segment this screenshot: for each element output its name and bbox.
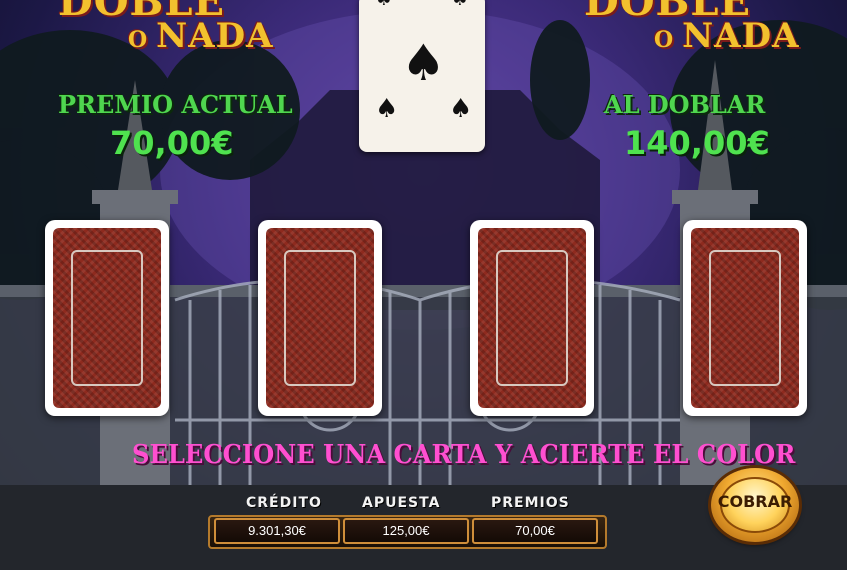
apuesta-label: APUESTA — [362, 495, 441, 511]
spade-pip-icon: ♠ — [375, 94, 399, 124]
card-back-frame — [709, 250, 781, 386]
face-down-card-1[interactable] — [45, 220, 169, 416]
premios-value: 70,00€ — [472, 518, 598, 544]
card-back-pattern — [478, 228, 586, 408]
card-back-frame — [496, 250, 568, 386]
al-doblar-value: 140,00€ — [624, 124, 770, 162]
subtitle-word: NADA — [682, 16, 800, 56]
premio-actual-label: PREMIO ACTUAL — [58, 90, 293, 119]
spade-pip-icon: ♠ — [449, 94, 473, 124]
instruction-text: SELECCIONE UNA CARTA Y ACIERTE EL COLOR — [132, 440, 796, 470]
card-back-frame — [71, 250, 143, 386]
face-down-card-2[interactable] — [258, 220, 382, 416]
al-doblar-label: AL DOBLAR — [604, 90, 766, 119]
card-back-pattern — [691, 228, 799, 408]
credito-label: CRÉDITO — [246, 495, 322, 511]
dealer-card-five-of-spades: ♠ ♠ ♠ ♠ ♠ — [359, 0, 485, 152]
subtitle-prefix: O — [654, 27, 675, 53]
game-subtitle-left: O NADA — [128, 16, 274, 56]
premios-label: PREMIOS — [491, 495, 570, 511]
game-scene: DOBLE O NADA DOBLE O NADA PREMIO ACTUAL 70… — [0, 0, 847, 570]
spade-pip-icon: ♠ — [451, 0, 469, 10]
cobrar-button[interactable]: COBRAR — [711, 468, 799, 542]
face-down-card-4[interactable] — [683, 220, 807, 416]
card-back-pattern — [266, 228, 374, 408]
credito-value: 9.301,30€ — [214, 518, 340, 544]
card-back-frame — [284, 250, 356, 386]
premio-actual-value: 70,00€ — [110, 124, 234, 162]
subtitle-prefix: O — [128, 27, 149, 53]
apuesta-value: 125,00€ — [343, 518, 469, 544]
spade-pip-icon: ♠ — [375, 0, 393, 10]
face-down-card-3[interactable] — [470, 220, 594, 416]
spade-pip-icon: ♠ — [401, 34, 446, 92]
card-back-pattern — [53, 228, 161, 408]
subtitle-word: NADA — [156, 16, 274, 56]
game-subtitle-right: O NADA — [654, 16, 800, 56]
cobrar-button-label: COBRAR — [717, 492, 793, 511]
